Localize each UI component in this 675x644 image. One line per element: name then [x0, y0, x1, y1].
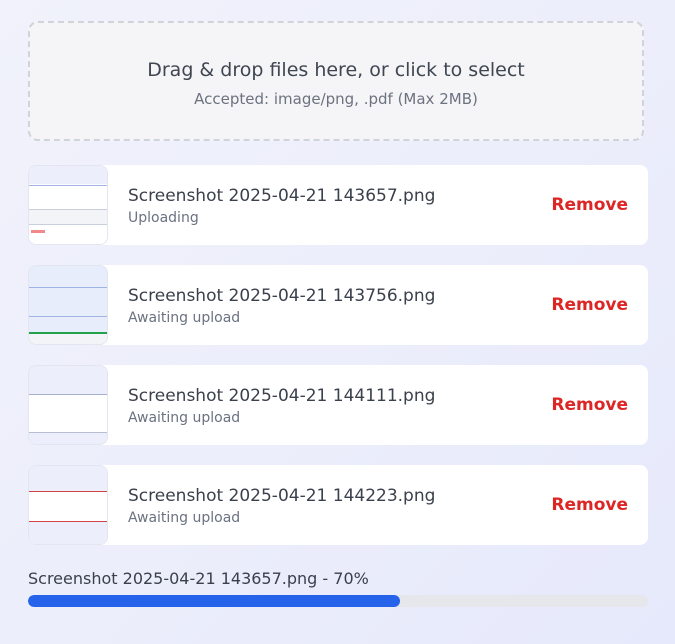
file-item: Screenshot 2025-04-21 143756.png Awaitin…: [28, 265, 648, 345]
file-thumbnail: [28, 265, 108, 345]
file-item: Screenshot 2025-04-21 144111.png Awaitin…: [28, 365, 648, 445]
dropzone-accepted-types: Accepted: image/png, .pdf (Max 2MB): [194, 90, 478, 108]
file-name: Screenshot 2025-04-21 143657.png: [128, 186, 436, 206]
file-status: Awaiting upload: [128, 510, 241, 526]
file-item: Screenshot 2025-04-21 143657.png Uploadi…: [28, 165, 648, 245]
file-status: Awaiting upload: [128, 410, 241, 426]
file-thumbnail: [28, 365, 108, 445]
dropzone-instructions: Drag & drop files here, or click to sele…: [147, 59, 525, 81]
remove-file-button[interactable]: Remove: [551, 395, 628, 415]
file-name: Screenshot 2025-04-21 144111.png: [128, 386, 436, 406]
file-status: Uploading: [128, 210, 199, 226]
upload-progress-fill: [28, 595, 400, 607]
file-status: Awaiting upload: [128, 310, 241, 326]
file-name: Screenshot 2025-04-21 144223.png: [128, 486, 436, 506]
file-name: Screenshot 2025-04-21 143756.png: [128, 286, 436, 306]
file-thumbnail: [28, 165, 108, 245]
upload-progress-label: Screenshot 2025-04-21 143657.png - 70%: [28, 569, 369, 588]
remove-file-button[interactable]: Remove: [551, 195, 628, 215]
remove-file-button[interactable]: Remove: [551, 495, 628, 515]
file-thumbnail: [28, 465, 108, 545]
file-dropzone[interactable]: Drag & drop files here, or click to sele…: [28, 21, 644, 141]
remove-file-button[interactable]: Remove: [551, 295, 628, 315]
file-item: Screenshot 2025-04-21 144223.png Awaitin…: [28, 465, 648, 545]
upload-progress-bar: [28, 595, 648, 607]
